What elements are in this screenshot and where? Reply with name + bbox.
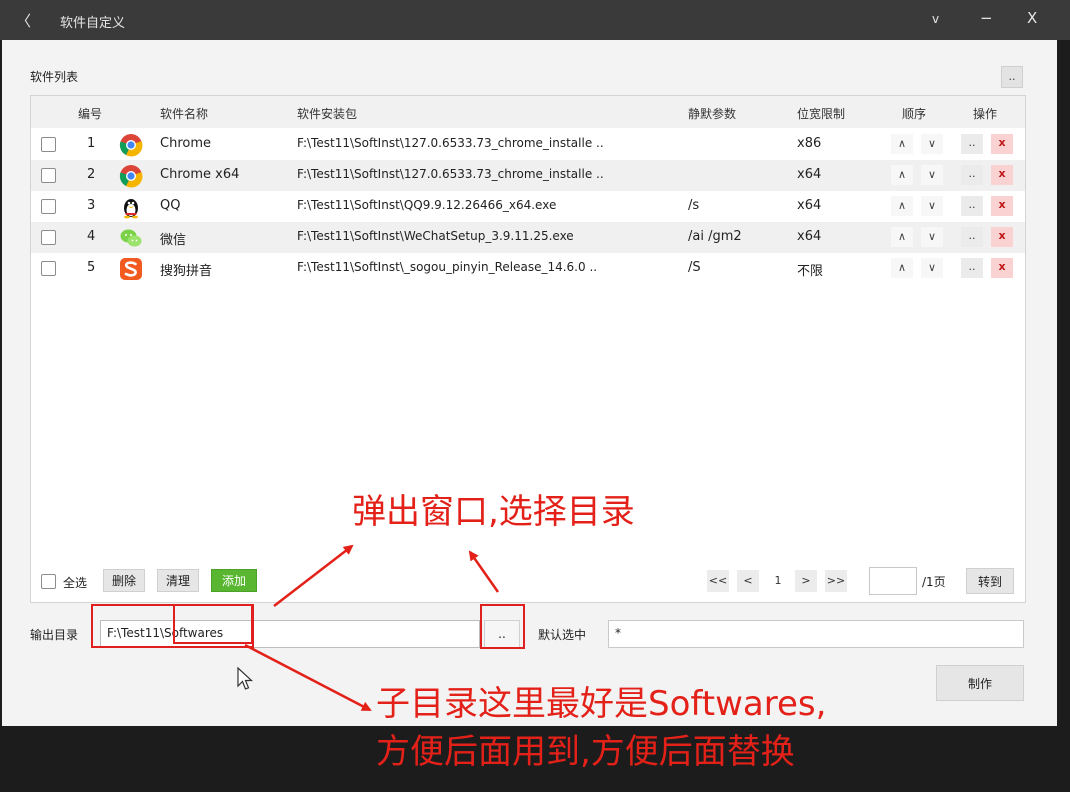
annotation-arrows xyxy=(244,544,500,712)
annotation-subdir-text-2: 方便后面用到,方便后面替换 xyxy=(376,732,795,772)
annotation-subdir-text-1: 子目录这里最好是Softwares, xyxy=(376,684,827,724)
arrow-to-popup-text-1 xyxy=(273,544,354,607)
arrow-to-subdir-text xyxy=(244,643,372,712)
mouse-cursor-icon xyxy=(237,666,254,690)
annotation-popup-text: 弹出窗口,选择目录 xyxy=(352,492,635,532)
arrow-to-popup-text-2 xyxy=(468,550,500,593)
